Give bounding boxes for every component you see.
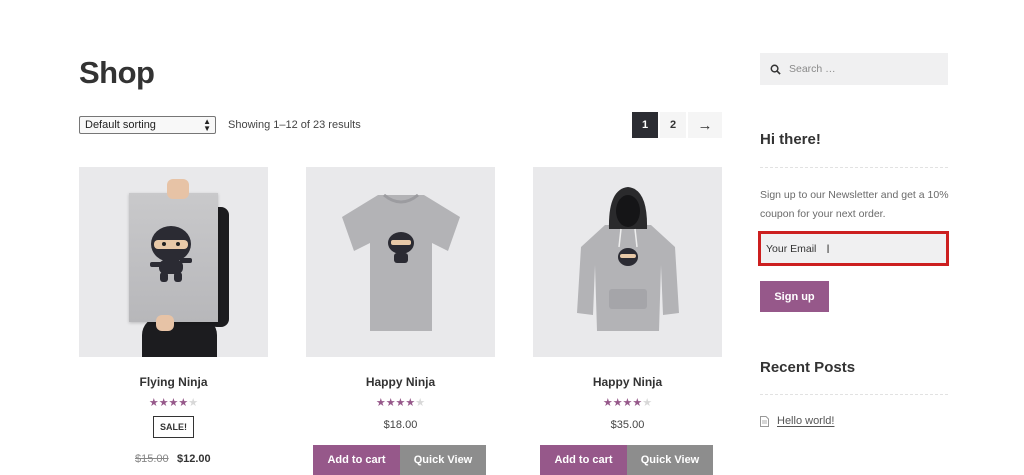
shop-toolbar: Default sorting ▲ ▼ Showing 1–12 of 23 re… xyxy=(79,112,722,138)
email-field[interactable]: Your Email I xyxy=(758,231,949,266)
quick-view-button[interactable]: Quick View xyxy=(627,445,713,475)
recent-post-item: Hello world! xyxy=(760,415,834,427)
text-cursor-icon: I xyxy=(826,241,830,256)
product-name[interactable]: Flying Ninja xyxy=(79,375,268,389)
search-icon xyxy=(770,64,781,75)
sale-price: $12.00 xyxy=(177,453,211,465)
product-name[interactable]: Happy Ninja xyxy=(533,375,722,389)
star-rating: ★★★★★ xyxy=(375,397,426,409)
next-page-button[interactable]: → xyxy=(688,112,722,138)
signup-button[interactable]: Sign up xyxy=(760,281,829,312)
newsletter-title: Hi there! xyxy=(760,131,821,148)
quick-view-button[interactable]: Quick View xyxy=(400,445,486,475)
product-price: $18.00 xyxy=(383,419,418,431)
product-price: $35.00 xyxy=(610,419,645,431)
product-image[interactable] xyxy=(79,167,268,357)
product-actions: Add to cart Quick View xyxy=(540,445,713,475)
search-placeholder: Search … xyxy=(789,63,836,75)
recent-post-link[interactable]: Hello world! xyxy=(777,415,834,427)
product-actions: Add to cart Quick View xyxy=(313,445,486,475)
sale-badge: SALE! xyxy=(153,416,194,438)
page-2-button[interactable]: 2 xyxy=(660,112,686,138)
product-image[interactable] xyxy=(533,167,722,357)
product-card: Happy Ninja ★★★★★ $18.00 Add to cart Qui… xyxy=(306,167,495,475)
search-input[interactable]: Search … xyxy=(760,53,948,85)
sort-select[interactable]: Default sorting ▲ ▼ xyxy=(79,116,216,134)
tshirt-image xyxy=(342,193,460,331)
result-count: Showing 1–12 of 23 results xyxy=(228,119,361,131)
hoodie-image xyxy=(577,187,679,331)
product-card: Happy Ninja ★★★★★ $35.00 Add to cart Qui… xyxy=(533,167,722,475)
pagination: 1 2 → xyxy=(632,112,722,138)
add-to-cart-button[interactable]: Add to cart xyxy=(540,445,627,475)
divider xyxy=(760,167,948,168)
ninja-icon xyxy=(150,226,192,282)
sort-select-value: Default sorting xyxy=(85,119,156,131)
document-icon xyxy=(760,415,769,427)
product-image[interactable] xyxy=(306,167,495,357)
star-rating: ★★★★★ xyxy=(602,397,653,409)
page-title: Shop xyxy=(79,55,155,90)
select-arrows-icon: ▲ ▼ xyxy=(203,117,211,133)
recent-posts-title: Recent Posts xyxy=(760,359,856,376)
product-card: Flying Ninja ★★★★★ SALE! $15.00 $12.00 xyxy=(79,167,268,465)
email-placeholder: Your Email xyxy=(766,242,817,255)
divider xyxy=(760,394,948,395)
star-rating: ★★★★★ xyxy=(148,397,199,409)
page-1-button[interactable]: 1 xyxy=(632,112,658,138)
add-to-cart-button[interactable]: Add to cart xyxy=(313,445,400,475)
newsletter-text: Sign up to our Newsletter and get a 10% … xyxy=(760,189,949,220)
old-price: $15.00 xyxy=(135,453,169,465)
product-name[interactable]: Happy Ninja xyxy=(306,375,495,389)
